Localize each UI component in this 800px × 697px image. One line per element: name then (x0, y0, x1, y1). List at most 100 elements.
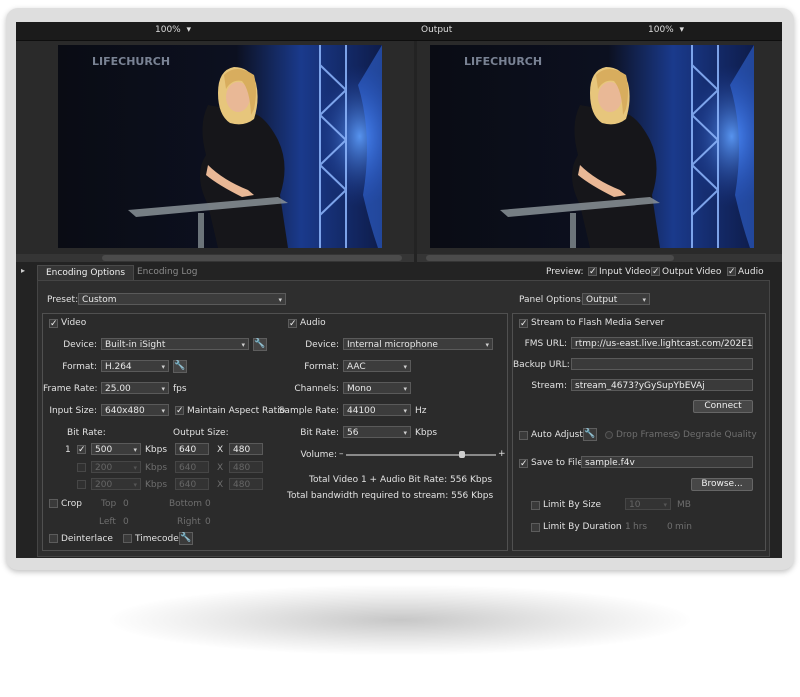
drop-frames-label: Drop Frames (616, 430, 674, 440)
panel-collapse-icon[interactable]: ▸ (21, 266, 25, 275)
output-zoom-select[interactable]: 100% ▾ (648, 25, 684, 35)
volume-slider-track[interactable] (346, 454, 496, 456)
chevron-down-icon: ▾ (403, 385, 407, 393)
bitrate-row-1-unit: Kbps (145, 445, 168, 455)
output-height-row-3[interactable]: 480 (229, 478, 263, 490)
input-video-checkbox[interactable]: ✓ (588, 267, 597, 277)
input-video-label: Input Video (599, 267, 651, 277)
encoding-options-content: Preset: Custom ▾ Panel Options: Output ▾ ✓… (37, 280, 770, 557)
bitrate-row-3-checkbox[interactable] (77, 480, 86, 489)
output-width-row-2[interactable]: 640 (175, 461, 209, 473)
auto-adjust-checkbox[interactable] (519, 431, 528, 440)
file-name-input[interactable]: sample.f4v (581, 456, 753, 468)
connect-button[interactable]: Connect (693, 400, 753, 413)
chevron-down-icon: ▾ (161, 363, 165, 371)
crop-checkbox[interactable] (49, 499, 58, 508)
output-size-label: Output Size: (173, 428, 229, 438)
minutes-value[interactable]: 0 (667, 522, 673, 532)
tab-encoding-options[interactable]: Encoding Options (37, 265, 135, 281)
video-format-settings-wrench-icon[interactable]: 🔧 (173, 360, 187, 373)
deinterlace-checkbox[interactable] (49, 534, 58, 543)
crop-top-value[interactable]: 0 (123, 499, 129, 509)
video-frame-image: LIFECHURCH (430, 45, 754, 248)
output-scroll-thumb[interactable] (426, 255, 674, 261)
panel-options-select[interactable]: Output ▾ (582, 293, 650, 305)
audio-bit-rate-select[interactable]: 56 ▾ (343, 426, 411, 438)
timecode-label: Timecode (135, 534, 179, 544)
fms-url-label: FMS URL: (524, 339, 567, 349)
sample-rate-label: Sample Rate: (278, 406, 339, 416)
crop-right-value[interactable]: 0 (205, 517, 211, 527)
channels-label: Channels: (294, 384, 339, 394)
bitrate-row-2-select[interactable]: 200 ▾ (91, 461, 141, 473)
input-size-label: Input Size: (49, 406, 97, 416)
video-format-select[interactable]: H.264 ▾ (101, 360, 169, 372)
audio-device-select[interactable]: Internal microphone ▾ (343, 338, 493, 350)
input-zoom-select[interactable]: 100% ▾ (155, 25, 191, 35)
audio-format-label: Format: (304, 362, 339, 372)
backup-url-input[interactable] (571, 358, 753, 370)
audio-format-select[interactable]: AAC ▾ (343, 360, 411, 372)
chevron-down-icon: ▾ (133, 464, 137, 472)
output-video-checkbox[interactable]: ✓ (651, 267, 660, 277)
chevron-down-icon: ▾ (403, 429, 407, 437)
stream-fms-label: Stream to Flash Media Server (531, 318, 665, 328)
bit-rate-label: Bit Rate: (67, 428, 106, 438)
encoder-app: 100% ▾ Output 100% ▾ LIFECHURCH LIFECHUR… (16, 22, 782, 558)
video-format-label: Format: (62, 362, 97, 372)
crop-bottom-value[interactable]: 0 (205, 499, 211, 509)
fms-url-input[interactable]: rtmp://us-east.live.lightcast.com/202E1F (571, 337, 753, 349)
input-size-select[interactable]: 640x480 ▾ (101, 404, 169, 416)
video-frame-image: LIFECHURCH (58, 45, 382, 248)
bitrate-row-3-select[interactable]: 200 ▾ (91, 478, 141, 490)
channels-select[interactable]: Mono ▾ (343, 382, 411, 394)
video-device-select[interactable]: Built-in iSight ▾ (101, 338, 249, 350)
drop-frames-radio[interactable] (605, 431, 613, 439)
output-video: LIFECHURCH (430, 45, 754, 248)
chevron-down-icon: ▾ (186, 25, 191, 35)
crop-bottom-label: Bottom (169, 499, 203, 509)
chevron-down-icon: ▾ (278, 296, 282, 304)
degrade-quality-radio[interactable] (672, 431, 680, 439)
output-width-row-1[interactable]: 640 (175, 443, 209, 455)
auto-adjust-label: Auto Adjust (531, 430, 583, 440)
size-limit-select[interactable]: 10 ▾ (625, 498, 671, 510)
tab-encoding-log[interactable]: Encoding Log (129, 265, 205, 280)
bitrate-row-2-unit: Kbps (145, 463, 168, 473)
maintain-aspect-checkbox[interactable]: ✓ (175, 406, 184, 416)
video-audio-panel: ✓ Video Device: Built-in iSight ▾ 🔧 Forma… (42, 313, 508, 551)
chevron-down-icon: ▾ (642, 296, 646, 304)
stream-fms-checkbox[interactable]: ✓ (519, 319, 528, 329)
output-height-row-1[interactable]: 480 (229, 443, 263, 455)
bitrate-row-number: 1 (65, 445, 71, 455)
bitrate-row-1-select[interactable]: 500 ▾ (91, 443, 141, 455)
bitrate-row-1-checkbox[interactable]: ✓ (77, 445, 86, 455)
timecode-settings-wrench-icon[interactable]: 🔧 (179, 532, 193, 545)
total-bandwidth-text: Total bandwidth required to stream: 556 … (287, 491, 494, 501)
chevron-down-icon: ▾ (485, 341, 489, 349)
timecode-checkbox[interactable] (123, 534, 132, 543)
auto-adjust-settings-wrench-icon[interactable]: 🔧 (583, 428, 597, 441)
video-checkbox[interactable]: ✓ (49, 319, 58, 329)
output-height-row-2[interactable]: 480 (229, 461, 263, 473)
frame-rate-select[interactable]: 25.00 ▾ (101, 382, 169, 394)
video-watermark: LIFECHURCH (464, 55, 542, 68)
sample-rate-select[interactable]: 44100 ▾ (343, 404, 411, 416)
save-to-file-checkbox[interactable]: ✓ (519, 459, 528, 469)
limit-by-duration-checkbox[interactable] (531, 523, 540, 532)
bitrate-row-2-checkbox[interactable] (77, 463, 86, 472)
stream-name-input[interactable]: stream_4673?yGySupYbEVAj (571, 379, 753, 391)
preset-select[interactable]: Custom ▾ (78, 293, 286, 305)
limit-by-size-checkbox[interactable] (531, 501, 540, 510)
output-width-row-3[interactable]: 640 (175, 478, 209, 490)
volume-slider-thumb[interactable] (458, 451, 465, 458)
chevron-down-icon: ▾ (133, 446, 137, 454)
hours-value[interactable]: 1 (625, 522, 631, 532)
audio-preview-checkbox[interactable]: ✓ (727, 267, 736, 277)
audio-checkbox[interactable]: ✓ (288, 319, 297, 329)
input-scroll-thumb[interactable] (102, 255, 402, 261)
crop-left-value[interactable]: 0 (123, 517, 129, 527)
video-device-settings-wrench-icon[interactable]: 🔧 (253, 338, 267, 351)
browse-button[interactable]: Browse... (691, 478, 753, 491)
preset-label: Preset: (47, 295, 79, 305)
